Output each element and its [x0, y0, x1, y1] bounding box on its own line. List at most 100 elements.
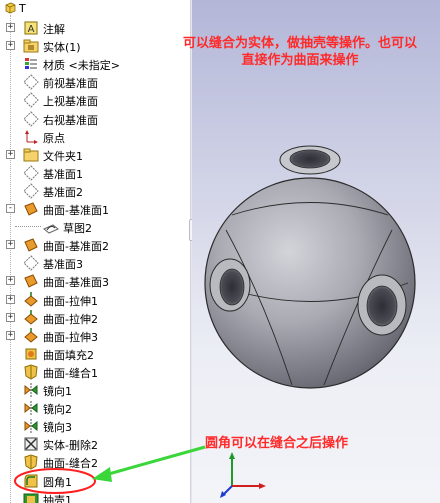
tree-item-label: 原点	[43, 131, 65, 145]
tree-item[interactable]: 右视基准面	[0, 110, 190, 128]
plane-icon	[23, 110, 39, 127]
fillet-icon	[23, 473, 39, 489]
tree-item[interactable]: 前视基准面	[0, 73, 190, 91]
folder-icon	[23, 147, 39, 163]
surface-fill-icon	[23, 346, 39, 362]
tree-item[interactable]: + 曲面-拉伸1	[0, 291, 190, 309]
sphere-model	[204, 145, 416, 389]
tree-item-label: 基准面1	[43, 167, 83, 181]
expand-toggle-icon[interactable]: +	[6, 312, 15, 322]
tree-item[interactable]: 曲面-缝合2	[0, 453, 190, 471]
mirror-icon	[23, 418, 39, 434]
surface-extrude-icon	[23, 327, 39, 344]
tree-item-label: 实体(1)	[43, 41, 81, 55]
tree-item-label: 镜向1	[43, 385, 72, 398]
tree-item[interactable]: + A 注解	[0, 19, 190, 37]
planar-surface-icon	[23, 237, 39, 253]
tree-item-label: 曲面-拉伸2	[43, 312, 98, 326]
tree-item[interactable]: 圆角1	[0, 472, 190, 490]
tree-item[interactable]: 曲面填充2	[0, 345, 190, 363]
expand-toggle-icon[interactable]: +	[6, 41, 15, 51]
part-icon	[5, 2, 16, 14]
tree-item-label: 抽壳1	[43, 493, 72, 503]
tree-item[interactable]: + 曲面-基准面3	[0, 272, 190, 290]
tree-item[interactable]: 原点	[0, 128, 190, 146]
tree-item-label: 基准面3	[43, 258, 83, 272]
tree-item[interactable]: + 曲面-基准面2	[0, 236, 190, 254]
surface-extrude-icon	[23, 291, 39, 308]
material-icon	[23, 56, 39, 72]
tree-item-label: 文件夹1	[43, 149, 83, 163]
tree-root-part[interactable]: T	[4, 1, 26, 15]
solid-bodies-folder-icon	[23, 38, 39, 54]
graphics-viewport[interactable]	[192, 0, 440, 503]
plane-icon	[23, 165, 39, 181]
annotation-icon: A	[23, 20, 39, 36]
tree-item-label: 镜向2	[43, 403, 72, 417]
surface-knit-icon	[23, 364, 39, 380]
tree-item[interactable]: - 曲面-基准面1	[0, 200, 190, 218]
tree-item[interactable]: 实体-删除2	[0, 435, 190, 453]
tree-item-label: 曲面填充2	[43, 348, 94, 362]
plane-icon	[23, 255, 39, 272]
tree-item[interactable]: 草图2	[0, 218, 190, 236]
tree-item[interactable]: + 文件夹1	[0, 146, 190, 164]
delete-body-icon	[23, 436, 39, 452]
tree-item-label: 草图2	[63, 222, 92, 236]
tree-item[interactable]: 抽壳1	[0, 490, 190, 503]
tree-item[interactable]: + 实体(1)	[0, 37, 190, 55]
surface-knit-icon	[23, 454, 39, 470]
tree-item[interactable]: 镜向1	[0, 381, 190, 399]
plane-icon	[23, 74, 39, 91]
tree-item[interactable]: 曲面-缝合1	[0, 363, 190, 381]
tree-item-label: 右视基准面	[43, 113, 98, 127]
svg-text:A: A	[28, 24, 35, 35]
expand-toggle-icon[interactable]: +	[6, 149, 15, 159]
expand-toggle-icon[interactable]: +	[6, 330, 15, 340]
planar-surface-icon	[23, 201, 39, 217]
sketch-icon	[43, 219, 59, 235]
tree-item-label: 曲面-拉伸3	[43, 330, 98, 344]
tree-item[interactable]: 基准面2	[0, 182, 190, 200]
tree-item-label: 圆角1	[43, 475, 72, 489]
tree-item-label: 镜向3	[43, 421, 72, 435]
origin-icon	[23, 129, 39, 145]
surface-extrude-icon	[23, 309, 39, 326]
tree-item[interactable]: + 曲面-拉伸3	[0, 327, 190, 345]
orientation-triad-icon	[220, 452, 266, 498]
tree-item-label: 注解	[43, 23, 65, 36]
expand-toggle-icon[interactable]: +	[6, 240, 15, 250]
tree-item-label: 前视基准面	[43, 77, 98, 91]
feature-manager-tree: T + A 注解 + 实体(1) 材质 <未指定> 前视基准面上视基准面右视基准面原点 + 文件…	[0, 0, 190, 503]
tree-root-label: T	[19, 1, 26, 15]
plane-icon	[23, 183, 39, 199]
tree-item[interactable]: + 曲面-拉伸2	[0, 309, 190, 327]
tree-item-label: 曲面-缝合1	[43, 366, 98, 380]
collapse-toggle-icon[interactable]: -	[6, 204, 15, 213]
tree-item-label: 上视基准面	[43, 95, 98, 109]
tree-item[interactable]: 上视基准面	[0, 91, 190, 109]
plane-icon	[23, 92, 39, 109]
top-annotation-note: 可以缝合为实体，做抽壳等操作。也可以直接作为曲面来操作	[182, 36, 417, 68]
mirror-icon	[23, 400, 39, 416]
tree-item-label: 曲面-拉伸1	[43, 294, 98, 308]
tree-item[interactable]: 镜向3	[0, 417, 190, 435]
mirror-icon	[23, 382, 39, 398]
tree-item-label: 基准面2	[43, 185, 83, 199]
tree-item-label: 曲面-基准面2	[43, 240, 109, 254]
tree-item-label: 曲面-基准面3	[43, 276, 109, 290]
expand-toggle-icon[interactable]: +	[6, 276, 15, 286]
tree-branch-line	[15, 226, 41, 228]
expand-toggle-icon[interactable]: +	[6, 23, 15, 32]
tree-item[interactable]: 材质 <未指定>	[0, 55, 190, 73]
tree-item[interactable]: 镜向2	[0, 399, 190, 417]
planar-surface-icon	[23, 273, 39, 289]
tree-item-label: 实体-删除2	[43, 439, 98, 453]
tree-item[interactable]: 基准面1	[0, 164, 190, 182]
expand-toggle-icon[interactable]: +	[6, 294, 15, 304]
tree-item-label: 曲面-缝合2	[43, 457, 98, 471]
tree-item-label: 曲面-基准面1	[43, 204, 109, 217]
tree-item[interactable]: 基准面3	[0, 254, 190, 272]
tree-item-label: 材质 <未指定>	[43, 59, 120, 73]
shell-icon	[23, 491, 39, 503]
